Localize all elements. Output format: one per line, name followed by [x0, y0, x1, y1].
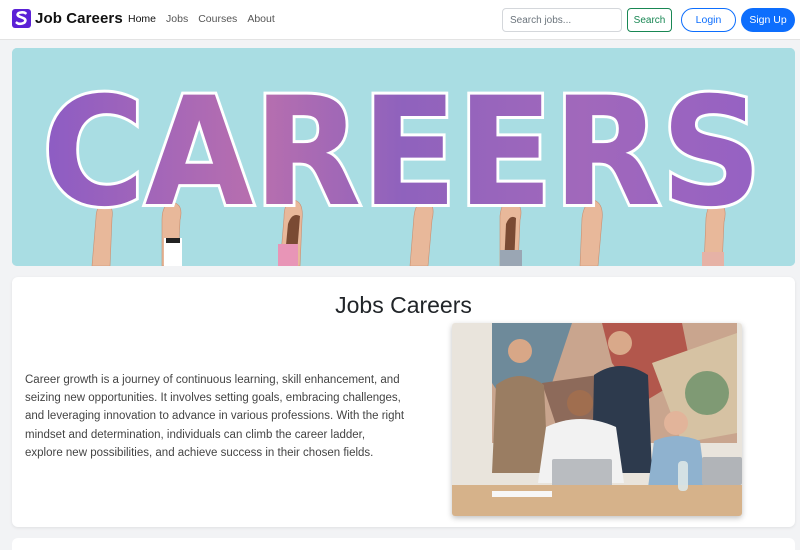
nav-item-home[interactable]: Home: [128, 13, 156, 25]
nav-item-about[interactable]: About: [247, 13, 274, 25]
navbar: Job Careers Home Jobs Courses About Sear…: [0, 0, 800, 40]
nav-links: Home Jobs Courses About: [128, 13, 285, 25]
signup-button[interactable]: Sign Up: [741, 8, 795, 32]
content-card: Jobs Careers Career growth is a journey …: [12, 277, 795, 527]
search-button[interactable]: Search: [627, 8, 672, 32]
brand-logo-icon: [12, 9, 31, 28]
section-title: Jobs Careers: [335, 292, 472, 318]
brand-name: Job Careers: [35, 10, 123, 27]
search-input[interactable]: [502, 8, 622, 32]
hero-careers-text: CAREERS: [42, 66, 762, 240]
hero-careers-illustration: CAREERS: [12, 48, 795, 266]
hero-banner: CAREERS: [12, 48, 795, 266]
nav-item-jobs[interactable]: Jobs: [166, 13, 188, 25]
nav-item-courses[interactable]: Courses: [198, 13, 237, 25]
section-body-text: Career growth is a journey of continuous…: [25, 374, 405, 459]
next-section-card: [12, 538, 795, 550]
login-button[interactable]: Login: [681, 8, 736, 32]
brand[interactable]: Job Careers: [12, 9, 123, 28]
team-photo: [452, 323, 742, 516]
